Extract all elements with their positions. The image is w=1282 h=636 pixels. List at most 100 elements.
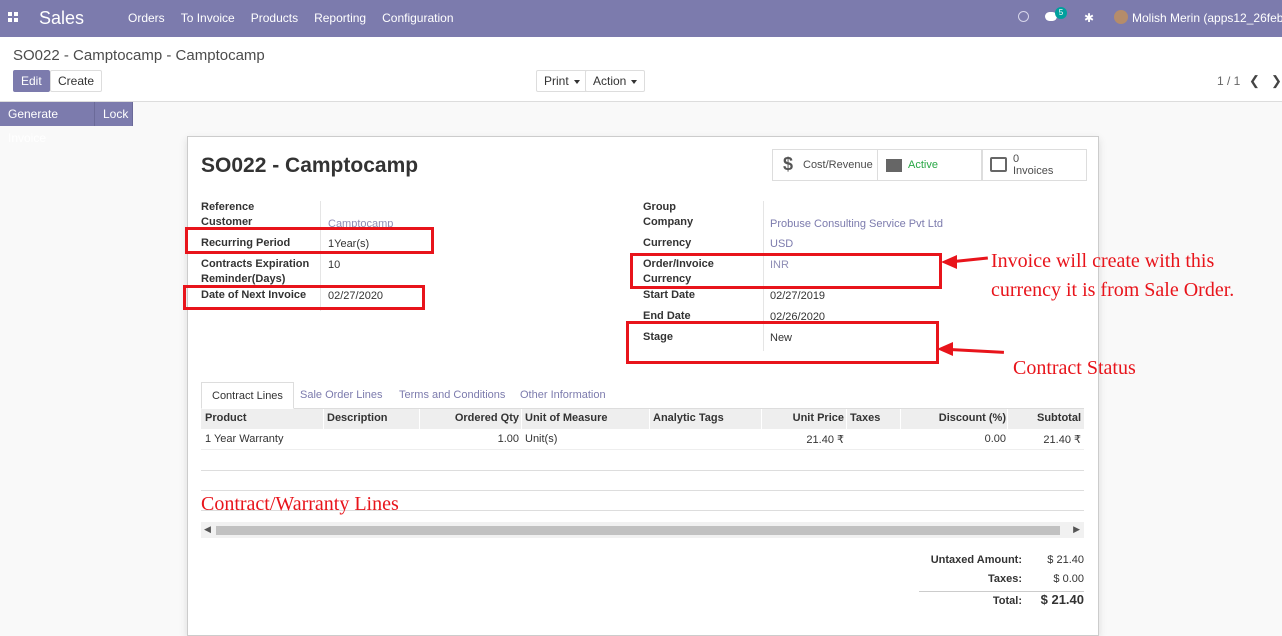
tab-terms-and-conditions[interactable]: Terms and Conditions bbox=[389, 382, 515, 409]
active-label: Active bbox=[908, 159, 938, 171]
currency-arrow-head bbox=[941, 255, 957, 269]
untaxed-amount-value: $ 21.40 bbox=[1047, 554, 1084, 566]
row-subtotal: 21.40 ₹ bbox=[1043, 434, 1081, 446]
lines-annotation: Contract/Warranty Lines bbox=[201, 493, 399, 515]
group-label: Group bbox=[643, 201, 676, 213]
create-button[interactable]: Create bbox=[50, 70, 103, 92]
clock-icon[interactable] bbox=[1018, 11, 1029, 22]
active-toggle-button[interactable]: Active bbox=[877, 149, 982, 181]
edit-button[interactable]: Edit bbox=[13, 70, 50, 92]
currency-annotation-line2: currency it is from Sale Order. bbox=[991, 279, 1235, 301]
col-analytic-tags[interactable]: Analytic Tags bbox=[653, 412, 724, 424]
row-ordered-qty: 1.00 bbox=[497, 433, 519, 445]
scroll-left-icon[interactable]: ◀ bbox=[204, 524, 211, 535]
cost-revenue-button[interactable]: $ Cost/Revenue bbox=[772, 149, 878, 181]
cost-revenue-label: Cost/Revenue bbox=[803, 159, 873, 171]
total-value: $ 21.40 bbox=[1040, 592, 1084, 607]
horizontal-scrollbar[interactable]: ◀ ▶ bbox=[201, 522, 1084, 538]
reference-label: Reference bbox=[201, 201, 255, 213]
menu-configuration[interactable]: Configuration bbox=[382, 11, 453, 25]
status-arrow-head bbox=[937, 342, 953, 356]
start-date-value[interactable]: 02/27/2019 bbox=[770, 289, 825, 304]
dollar-icon: $ bbox=[783, 154, 794, 174]
pager-value[interactable]: 1 / 1 bbox=[1217, 74, 1240, 88]
column-separator bbox=[900, 409, 901, 429]
col-ordered-qty[interactable]: Ordered Qty bbox=[455, 412, 519, 424]
apps-menu-icon[interactable] bbox=[8, 12, 18, 22]
tab-other-information[interactable]: Other Information bbox=[510, 382, 616, 409]
row-discount: 0.00 bbox=[984, 433, 1006, 445]
contracts-expiration-value[interactable]: 10 bbox=[328, 258, 340, 273]
col-subtotal[interactable]: Subtotal bbox=[1037, 412, 1081, 424]
invoices-text: Invoices bbox=[1013, 165, 1054, 177]
table-empty-row bbox=[201, 470, 1084, 471]
taxes-value: $ 0.00 bbox=[1053, 573, 1084, 585]
user-menu[interactable]: Molish Merin (apps12_26feb19) bbox=[1132, 11, 1282, 25]
chevron-down-icon bbox=[631, 79, 638, 84]
invoices-button[interactable]: 0 Invoices bbox=[982, 149, 1087, 181]
column-separator bbox=[521, 409, 522, 429]
col-taxes[interactable]: Taxes bbox=[850, 412, 880, 424]
generate-invoice-button[interactable]: Generate Invoice bbox=[0, 102, 95, 145]
print-label: Print bbox=[544, 74, 569, 88]
column-separator bbox=[761, 409, 762, 429]
untaxed-amount-label: Untaxed Amount: bbox=[930, 554, 1022, 566]
col-description[interactable]: Description bbox=[327, 412, 388, 424]
control-panel: SO022 - Camptocamp - Camptocamp Edit Cre… bbox=[0, 37, 1282, 102]
pager-next-icon[interactable]: ❯ bbox=[1271, 73, 1282, 89]
scroll-thumb[interactable] bbox=[216, 526, 1060, 535]
column-separator bbox=[419, 409, 420, 429]
main-menu: Orders To Invoice Products Reporting Con… bbox=[128, 11, 470, 25]
action-dropdown[interactable]: Action bbox=[585, 70, 646, 92]
app-title[interactable]: Sales bbox=[39, 8, 84, 29]
action-label: Action bbox=[593, 74, 627, 88]
lines-table-header: Product Description Ordered Qty Unit of … bbox=[201, 409, 1084, 429]
table-row[interactable]: 1 Year Warranty 1.00 Unit(s) 21.40 ₹ 0.0… bbox=[201, 430, 1084, 450]
menu-products[interactable]: Products bbox=[251, 11, 298, 25]
currency-label: Currency bbox=[643, 237, 692, 249]
scroll-right-icon[interactable]: ▶ bbox=[1073, 524, 1080, 535]
currency-annotation: Invoice will create with this currency it… bbox=[991, 247, 1234, 305]
invoices-label: 0 Invoices bbox=[1013, 153, 1053, 177]
form-sheet: SO022 - Camptocamp $ Cost/Revenue Active… bbox=[187, 136, 1099, 636]
row-product: 1 Year Warranty bbox=[205, 433, 284, 445]
currency-annotation-line1: Invoice will create with this bbox=[991, 250, 1215, 272]
row-unit-price: 21.40 ₹ bbox=[806, 434, 844, 446]
company-value[interactable]: Probuse Consulting Service Pvt Ltd bbox=[770, 217, 943, 232]
currency-value[interactable]: USD bbox=[770, 237, 793, 252]
col-unit-price[interactable]: Unit Price bbox=[793, 412, 844, 424]
chat-count-badge: 5 bbox=[1055, 7, 1067, 19]
breadcrumb: SO022 - Camptocamp - Camptocamp bbox=[13, 47, 265, 64]
column-separator bbox=[323, 409, 324, 429]
menu-to-invoice[interactable]: To Invoice bbox=[181, 11, 235, 25]
status-annotation: Contract Status bbox=[1013, 357, 1136, 379]
menu-reporting[interactable]: Reporting bbox=[314, 11, 366, 25]
col-discount[interactable]: Discount (%) bbox=[939, 412, 1006, 424]
chevron-down-icon bbox=[573, 79, 580, 84]
pager-previous-icon[interactable]: ❮ bbox=[1249, 73, 1260, 89]
invoices-count: 0 bbox=[1013, 153, 1020, 165]
col-product[interactable]: Product bbox=[205, 412, 247, 424]
column-separator bbox=[1007, 409, 1008, 429]
tab-sale-order-lines[interactable]: Sale Order Lines bbox=[290, 382, 393, 409]
lock-button[interactable]: Lock bbox=[95, 102, 133, 126]
next-invoice-highlight bbox=[183, 285, 425, 310]
top-navbar: Sales Orders To Invoice Products Reporti… bbox=[0, 0, 1282, 37]
column-separator bbox=[649, 409, 650, 429]
contracts-expiration-label: Contracts Expiration Reminder(Days) bbox=[201, 257, 309, 287]
column-separator bbox=[846, 409, 847, 429]
contracts-expiration-label-line1: Contracts Expiration bbox=[201, 258, 310, 270]
bug-icon[interactable]: ✱ bbox=[1084, 11, 1094, 25]
invoice-icon bbox=[990, 157, 1007, 172]
avatar[interactable] bbox=[1114, 10, 1128, 24]
archive-icon bbox=[886, 159, 902, 172]
row-unit-of-measure: Unit(s) bbox=[525, 433, 558, 445]
record-title: SO022 - Camptocamp bbox=[201, 154, 419, 177]
start-date-label: Start Date bbox=[643, 289, 695, 301]
print-dropdown[interactable]: Print bbox=[536, 70, 588, 92]
recurring-period-highlight bbox=[185, 227, 434, 254]
menu-orders[interactable]: Orders bbox=[128, 11, 165, 25]
col-unit-of-measure[interactable]: Unit of Measure bbox=[525, 412, 608, 424]
tab-contract-lines[interactable]: Contract Lines bbox=[201, 382, 294, 409]
stage-highlight bbox=[626, 321, 939, 364]
